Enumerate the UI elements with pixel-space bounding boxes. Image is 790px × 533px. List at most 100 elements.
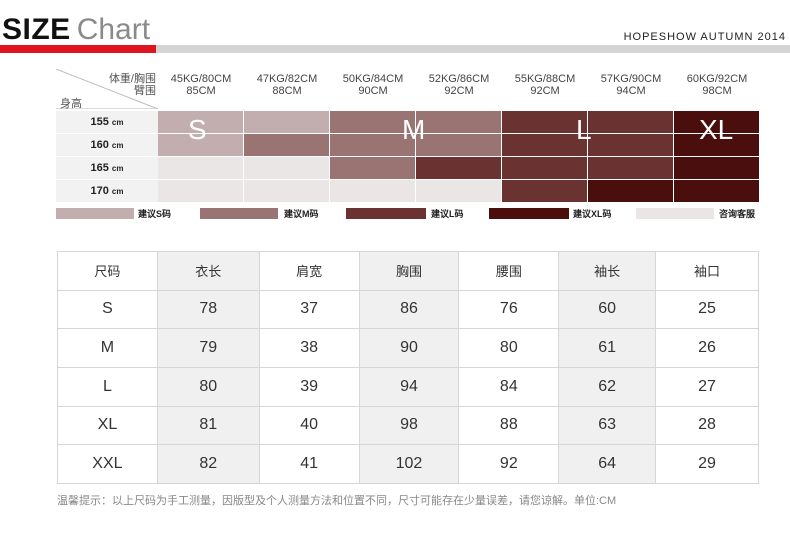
grid-cell-consult bbox=[158, 157, 243, 179]
row-height-unit: cm bbox=[111, 187, 124, 196]
table-row: M 79 38 90 80 61 26 bbox=[57, 328, 759, 368]
grid-cell-l bbox=[502, 134, 587, 156]
grid-cell-l bbox=[588, 157, 673, 179]
table-cell: M bbox=[57, 328, 158, 368]
table-row: XXL 82 41 102 92 64 29 bbox=[57, 444, 759, 484]
column-weight-chest: 57KG/90CM bbox=[600, 73, 662, 85]
table-cell: 38 bbox=[258, 328, 360, 368]
grid-cell-consult bbox=[244, 157, 329, 179]
table-cell: 25 bbox=[655, 289, 759, 330]
column-arm: 90CM bbox=[358, 85, 388, 97]
measurement-note: 温馨提示：以上尺码为手工测量，因版型及个人测量方法和位置不同，尺寸可能存在少量误… bbox=[57, 495, 617, 507]
grid-column-header: 60KG/92CM 98CM bbox=[674, 73, 760, 97]
table-row: XL 81 40 98 88 63 28 bbox=[57, 405, 759, 446]
table-cell: 76 bbox=[458, 289, 560, 330]
grid-cell-l bbox=[416, 157, 501, 179]
legend-swatch-xl bbox=[489, 208, 569, 219]
grid-row-height: 160 cm bbox=[56, 134, 158, 156]
column-arm: 92CM bbox=[530, 85, 560, 97]
grid-row-height: 155 cm bbox=[56, 111, 158, 133]
grid-column-header: 47KG/82CM 88CM bbox=[244, 73, 330, 97]
grid-legend: 建议S码 建议M码 建议L码 建议XL码 咨询客服 bbox=[56, 207, 759, 221]
table-cell: 40 bbox=[258, 405, 360, 446]
table-header-cell: 肩宽 bbox=[258, 251, 360, 291]
grid-cell-consult bbox=[158, 180, 243, 202]
legend-swatch-l bbox=[346, 208, 426, 219]
corner-height-label: 身高 bbox=[60, 98, 82, 110]
row-height-value: 165 bbox=[90, 162, 109, 174]
column-weight-chest: 50KG/84CM bbox=[342, 73, 404, 85]
column-arm: 88CM bbox=[272, 85, 302, 97]
table-row: S 78 37 86 76 60 25 bbox=[57, 289, 759, 330]
grid-column-header: 45KG/80CM 85CM bbox=[158, 73, 244, 97]
size-mark-s: S bbox=[188, 114, 207, 145]
row-height-value: 170 bbox=[90, 185, 109, 197]
header-divider-bar bbox=[156, 45, 790, 53]
column-arm: 85CM bbox=[186, 85, 216, 97]
grid-cell-l bbox=[588, 111, 673, 133]
table-header-cell: 尺码 bbox=[57, 251, 158, 291]
grid-cell-l bbox=[502, 157, 587, 179]
grid-column-header: 52KG/86CM 92CM bbox=[416, 73, 502, 97]
grid-column-header: 50KG/84CM 90CM bbox=[330, 73, 416, 97]
size-measurement-table: 尺码 衣长 肩宽 胸围 腰围 袖长 袖口 S 78 37 86 76 60 25 M 79 38 90 80 61 26… bbox=[57, 251, 759, 484]
column-weight-chest: 55KG/88CM bbox=[514, 73, 576, 85]
grid-cell-l bbox=[502, 111, 587, 133]
table-cell: 92 bbox=[458, 444, 560, 484]
column-weight-chest: 52KG/86CM bbox=[428, 73, 490, 85]
table-cell: 82 bbox=[156, 444, 260, 484]
table-cell: 81 bbox=[156, 405, 260, 446]
row-height-value: 160 bbox=[90, 139, 109, 151]
table-header-cell: 胸围 bbox=[358, 251, 460, 291]
grid-cell-xl bbox=[588, 180, 673, 202]
table-row: L 80 39 94 84 62 27 bbox=[57, 366, 759, 407]
grid-header: 体重/胸围 臂围 身高 45KG/80CM 85CM 47KG/82CM 88CM 50… bbox=[56, 69, 760, 110]
size-mark-xl: XL bbox=[699, 114, 734, 145]
legend-label: 建议M码 bbox=[284, 209, 319, 219]
table-cell: 102 bbox=[358, 444, 460, 484]
legend-label: 建议S码 bbox=[138, 209, 172, 219]
grid-cell-s bbox=[244, 111, 329, 133]
grid-cell-xl bbox=[674, 157, 759, 179]
table-header-cell: 袖口 bbox=[655, 251, 759, 291]
size-mark-m: M bbox=[402, 114, 426, 145]
legend-swatch-s bbox=[56, 208, 134, 219]
grid-cell-m bbox=[416, 134, 501, 156]
grid-column-header: 57KG/90CM 94CM bbox=[588, 73, 674, 97]
grid-cell-l bbox=[588, 134, 673, 156]
grid-cell-m bbox=[244, 134, 329, 156]
table-header-row: 尺码 衣长 肩宽 胸围 腰围 袖长 袖口 bbox=[57, 251, 759, 291]
table-cell: L bbox=[57, 366, 158, 407]
table-cell: 86 bbox=[358, 289, 460, 330]
legend-label: 建议L码 bbox=[431, 209, 464, 219]
table-cell: 84 bbox=[458, 366, 560, 407]
column-weight-chest: 60KG/92CM bbox=[686, 73, 748, 85]
table-header-cell: 腰围 bbox=[458, 251, 560, 291]
row-height-unit: cm bbox=[111, 164, 124, 173]
table-cell: 90 bbox=[358, 328, 460, 368]
table-cell: 64 bbox=[558, 444, 657, 484]
table-cell: 94 bbox=[358, 366, 460, 407]
title-size: SIZE bbox=[2, 13, 71, 46]
grid-row-height: 170 cm bbox=[56, 180, 158, 202]
brand-line: HOPESHOW AUTUMN 2014 bbox=[623, 31, 786, 43]
grid-cell-consult bbox=[416, 180, 501, 202]
corner-weight-chest: 体重/胸围 bbox=[108, 73, 156, 85]
table-cell: 80 bbox=[458, 328, 560, 368]
column-arm: 92CM bbox=[444, 85, 474, 97]
grid-column-header: 55KG/88CM 92CM bbox=[502, 73, 588, 97]
legend-swatch-consult bbox=[636, 208, 714, 219]
table-cell: 79 bbox=[156, 328, 260, 368]
table-cell: 27 bbox=[655, 366, 759, 407]
grid-cell-consult bbox=[244, 180, 329, 202]
table-cell: 60 bbox=[558, 289, 657, 330]
table-cell: 62 bbox=[558, 366, 657, 407]
row-height-value: 155 bbox=[90, 116, 109, 128]
grid-cell-l bbox=[502, 180, 587, 202]
grid-cell-xl bbox=[674, 180, 759, 202]
table-cell: 29 bbox=[655, 444, 759, 484]
grid-cell-m bbox=[330, 157, 415, 179]
page-title: SIZE Chart bbox=[2, 14, 150, 46]
row-height-unit: cm bbox=[111, 141, 124, 150]
table-cell: 80 bbox=[156, 366, 260, 407]
